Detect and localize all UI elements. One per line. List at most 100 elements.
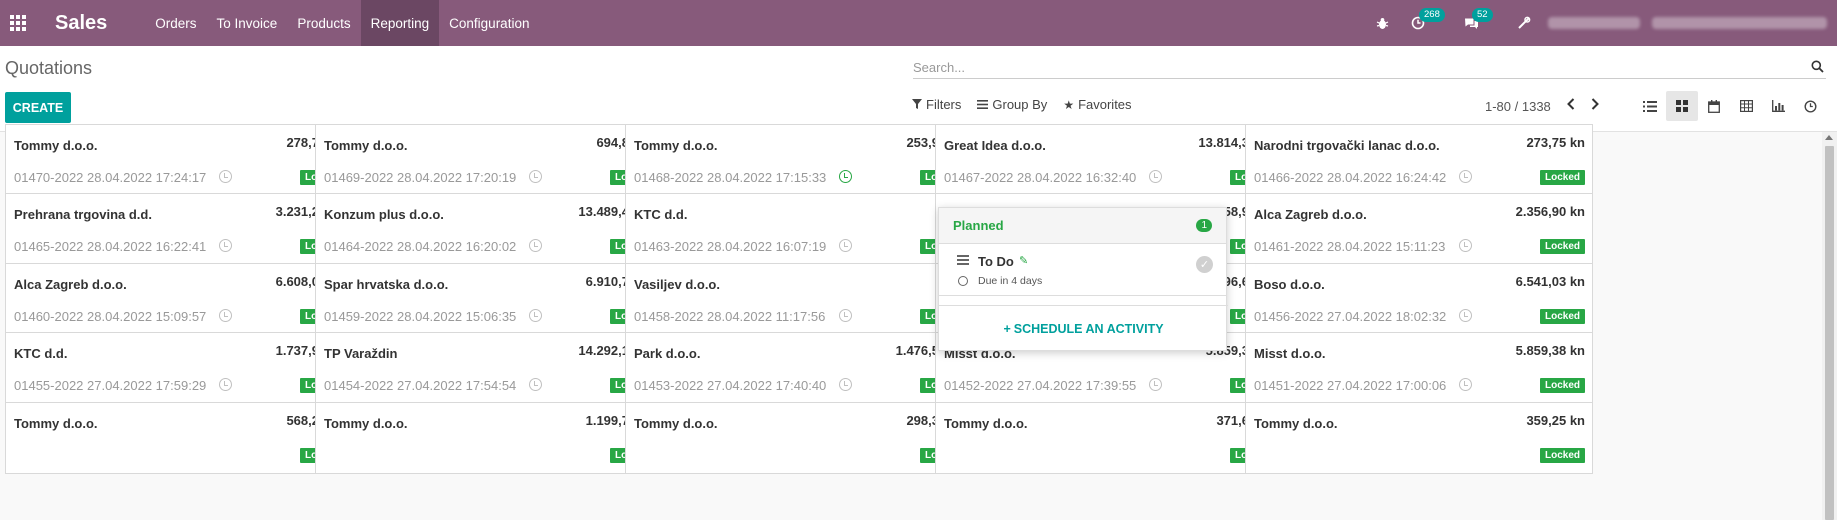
tools-icon[interactable] — [1513, 12, 1535, 34]
order-amount: 6.541,03 kn — [1515, 274, 1585, 289]
kanban-view-icon[interactable] — [1666, 91, 1698, 121]
apps-menu-icon[interactable] — [0, 0, 28, 46]
quotation-card[interactable]: KTC d.d.01463-2022 28.04.2022 16:07:19Lo… — [625, 193, 973, 265]
menu-orders[interactable]: Orders — [145, 0, 206, 46]
quotation-card[interactable]: Park d.o.o. 1.476,56 kn 01453-2022 27.04.2… — [625, 332, 973, 404]
menu-reporting[interactable]: Reporting — [360, 0, 440, 46]
menu-products[interactable]: Products — [287, 0, 360, 46]
list-view-icon[interactable] — [1634, 91, 1666, 121]
activity-clock-icon[interactable] — [529, 239, 542, 252]
order-reference: 01464-2022 28.04.2022 16:20:02 — [324, 239, 517, 254]
activity-clock-icon[interactable] — [839, 309, 852, 322]
search-input[interactable] — [913, 60, 1793, 75]
user-menu-blurred[interactable] — [1652, 17, 1827, 29]
star-icon: ★ — [1063, 97, 1075, 112]
order-amount: 5.859,38 kn — [1515, 343, 1585, 358]
quotation-card[interactable]: Tommy d.o.o.278,70 kn01470-2022 28.04.20… — [5, 124, 353, 196]
quotation-card[interactable]: Tommy d.o.o.253,90 kn01468-2022 28.04.20… — [625, 124, 973, 196]
customer-name: Great Idea d.o.o. — [944, 138, 1046, 153]
activity-clock-icon[interactable] — [219, 378, 232, 391]
quotation-card[interactable]: Konzum plus d.o.o. 13.489,45 kn 01464-2022… — [315, 193, 663, 265]
scrollbar-thumb[interactable] — [1825, 146, 1834, 520]
schedule-activity-button[interactable]: + SCHEDULE AN ACTIVITY — [939, 305, 1228, 351]
filters-label: Filters — [926, 97, 962, 112]
quotation-card[interactable]: Tommy d.o.o. 359,25 kn Locked — [1245, 402, 1593, 474]
calendar-view-icon[interactable] — [1698, 91, 1730, 121]
quotation-card[interactable]: Narodni trgovački lanac d.o.o. 273,75 kn 0… — [1245, 124, 1593, 196]
search-icon[interactable] — [1811, 60, 1824, 76]
activity-clock-icon[interactable] — [1459, 170, 1472, 183]
quotation-card[interactable]: Boso d.o.o. 6.541,03 kn 01456-2022 27.04.2… — [1245, 263, 1593, 335]
customer-name: Konzum plus d.o.o. — [324, 207, 444, 222]
vertical-scrollbar[interactable] — [1822, 132, 1837, 520]
quotation-card[interactable]: Tommy d.o.o.371,63 knLocked — [935, 402, 1283, 474]
quotation-card[interactable]: Alca Zagreb d.o.o. 6.608,00 kn 01460-2022 … — [5, 263, 353, 335]
activity-clock-icon[interactable] — [839, 239, 852, 252]
systray: 268 52 — [1364, 0, 1837, 46]
activity-name[interactable]: To Do — [978, 254, 1014, 269]
quotation-card[interactable]: Prehrana trgovina d.d. 3.231,25 kn 01465-2… — [5, 193, 353, 265]
activity-view-icon[interactable] — [1794, 91, 1826, 121]
pager-previous-icon[interactable] — [1566, 97, 1575, 115]
activity-clock-icon[interactable] — [1459, 309, 1472, 322]
list-bars-icon — [977, 98, 989, 112]
app-title[interactable]: Sales — [55, 12, 107, 35]
quotation-card[interactable]: Alca Zagreb d.o.o. 2.356,90 kn 01461-2022 … — [1245, 193, 1593, 265]
activity-clock-icon[interactable] — [1149, 170, 1162, 183]
customer-name: Spar hrvatska d.o.o. — [324, 277, 449, 292]
activity-clock-icon[interactable] — [839, 170, 852, 183]
activity-clock-icon[interactable] — [529, 309, 542, 322]
scroll-up-arrow-icon[interactable] — [1825, 135, 1833, 140]
order-reference: 01460-2022 28.04.2022 15:09:57 — [14, 309, 207, 324]
activity-clock-icon[interactable]: 268 — [1407, 8, 1445, 34]
activity-clock-icon[interactable] — [219, 309, 232, 322]
filters-dropdown[interactable]: Filters — [912, 97, 961, 112]
order-reference: 01461-2022 28.04.2022 15:11:23 — [1254, 239, 1446, 254]
activity-clock-icon[interactable] — [529, 378, 542, 391]
pivot-view-icon[interactable] — [1730, 91, 1762, 121]
company-switcher-blurred[interactable] — [1548, 17, 1640, 29]
quotation-card[interactable]: Tommy d.o.o.1.199,74 knLocked — [315, 402, 663, 474]
customer-name: Tommy d.o.o. — [14, 416, 98, 431]
favorites-label: Favorites — [1078, 97, 1132, 112]
pager-value[interactable]: 1-80 / 1338 — [1485, 99, 1551, 114]
order-reference: 01455-2022 27.04.2022 17:59:29 — [14, 378, 207, 393]
quotation-card[interactable]: Tommy d.o.o.298,36 knLocked — [625, 402, 973, 474]
activity-clock-icon[interactable] — [219, 239, 232, 252]
order-reference: 01459-2022 28.04.2022 15:06:35 — [324, 309, 517, 324]
customer-name: Narodni trgovački lanac d.o.o. — [1254, 138, 1440, 153]
favorites-dropdown[interactable]: ★ Favorites — [1063, 97, 1131, 112]
status-badge: Locked — [1539, 378, 1585, 393]
edit-pencil-icon[interactable]: ✎ — [1019, 254, 1028, 267]
menu-to-invoice[interactable]: To Invoice — [207, 0, 288, 46]
customer-name: Tommy d.o.o. — [634, 138, 718, 153]
quotation-card[interactable]: Spar hrvatska d.o.o. 6.910,78 kn 01459-202… — [315, 263, 663, 335]
quotation-card[interactable]: Vasiljev d.o.o. 01458-2022 28.04.2022 11:… — [625, 263, 973, 335]
quotation-card[interactable]: TP Varaždin 14.292,18 kn 01454-2022 27.04.… — [315, 332, 663, 404]
order-reference: 01465-2022 28.04.2022 16:22:41 — [14, 239, 207, 254]
quotation-card[interactable]: Tommy d.o.o.568,26 knLocked — [5, 402, 353, 474]
pager: 1-80 / 1338 — [1485, 97, 1599, 115]
menu-configuration[interactable]: Configuration — [439, 0, 539, 46]
quotation-card[interactable]: Great Idea d.o.o. 13.814,33 kn 01467-2022 … — [935, 124, 1283, 196]
activity-clock-icon[interactable] — [1149, 378, 1162, 391]
quotation-card[interactable]: KTC d.d. 1.737,90 kn 01455-2022 27.04.2022… — [5, 332, 353, 404]
activity-clock-icon[interactable] — [529, 170, 542, 183]
activity-clock-icon[interactable] — [1459, 378, 1472, 391]
customer-name: Alca Zagreb d.o.o. — [1254, 207, 1367, 222]
mark-done-check-icon[interactable]: ✓ — [1196, 256, 1213, 273]
activity-clock-icon[interactable] — [839, 378, 852, 391]
page-title: Quotations — [5, 58, 93, 78]
pager-next-icon[interactable] — [1591, 97, 1599, 115]
bug-icon[interactable] — [1371, 12, 1393, 34]
messages-icon[interactable]: 52 — [1460, 8, 1493, 34]
quotation-card[interactable]: Misst d.o.o. 5.859,38 kn 01451-2022 27.04.… — [1245, 332, 1593, 404]
graph-view-icon[interactable] — [1762, 91, 1794, 121]
top-menu: Orders To Invoice Products Reporting Con… — [145, 0, 539, 46]
quotation-card[interactable]: Tommy d.o.o.694,85 kn01469-2022 28.04.20… — [315, 124, 663, 196]
activity-clock-icon[interactable] — [219, 170, 232, 183]
order-reference: 01468-2022 28.04.2022 17:15:33 — [634, 170, 827, 185]
create-button[interactable]: CREATE — [5, 92, 71, 123]
group-by-dropdown[interactable]: Group By — [977, 97, 1047, 112]
activity-clock-icon[interactable] — [1459, 239, 1472, 252]
